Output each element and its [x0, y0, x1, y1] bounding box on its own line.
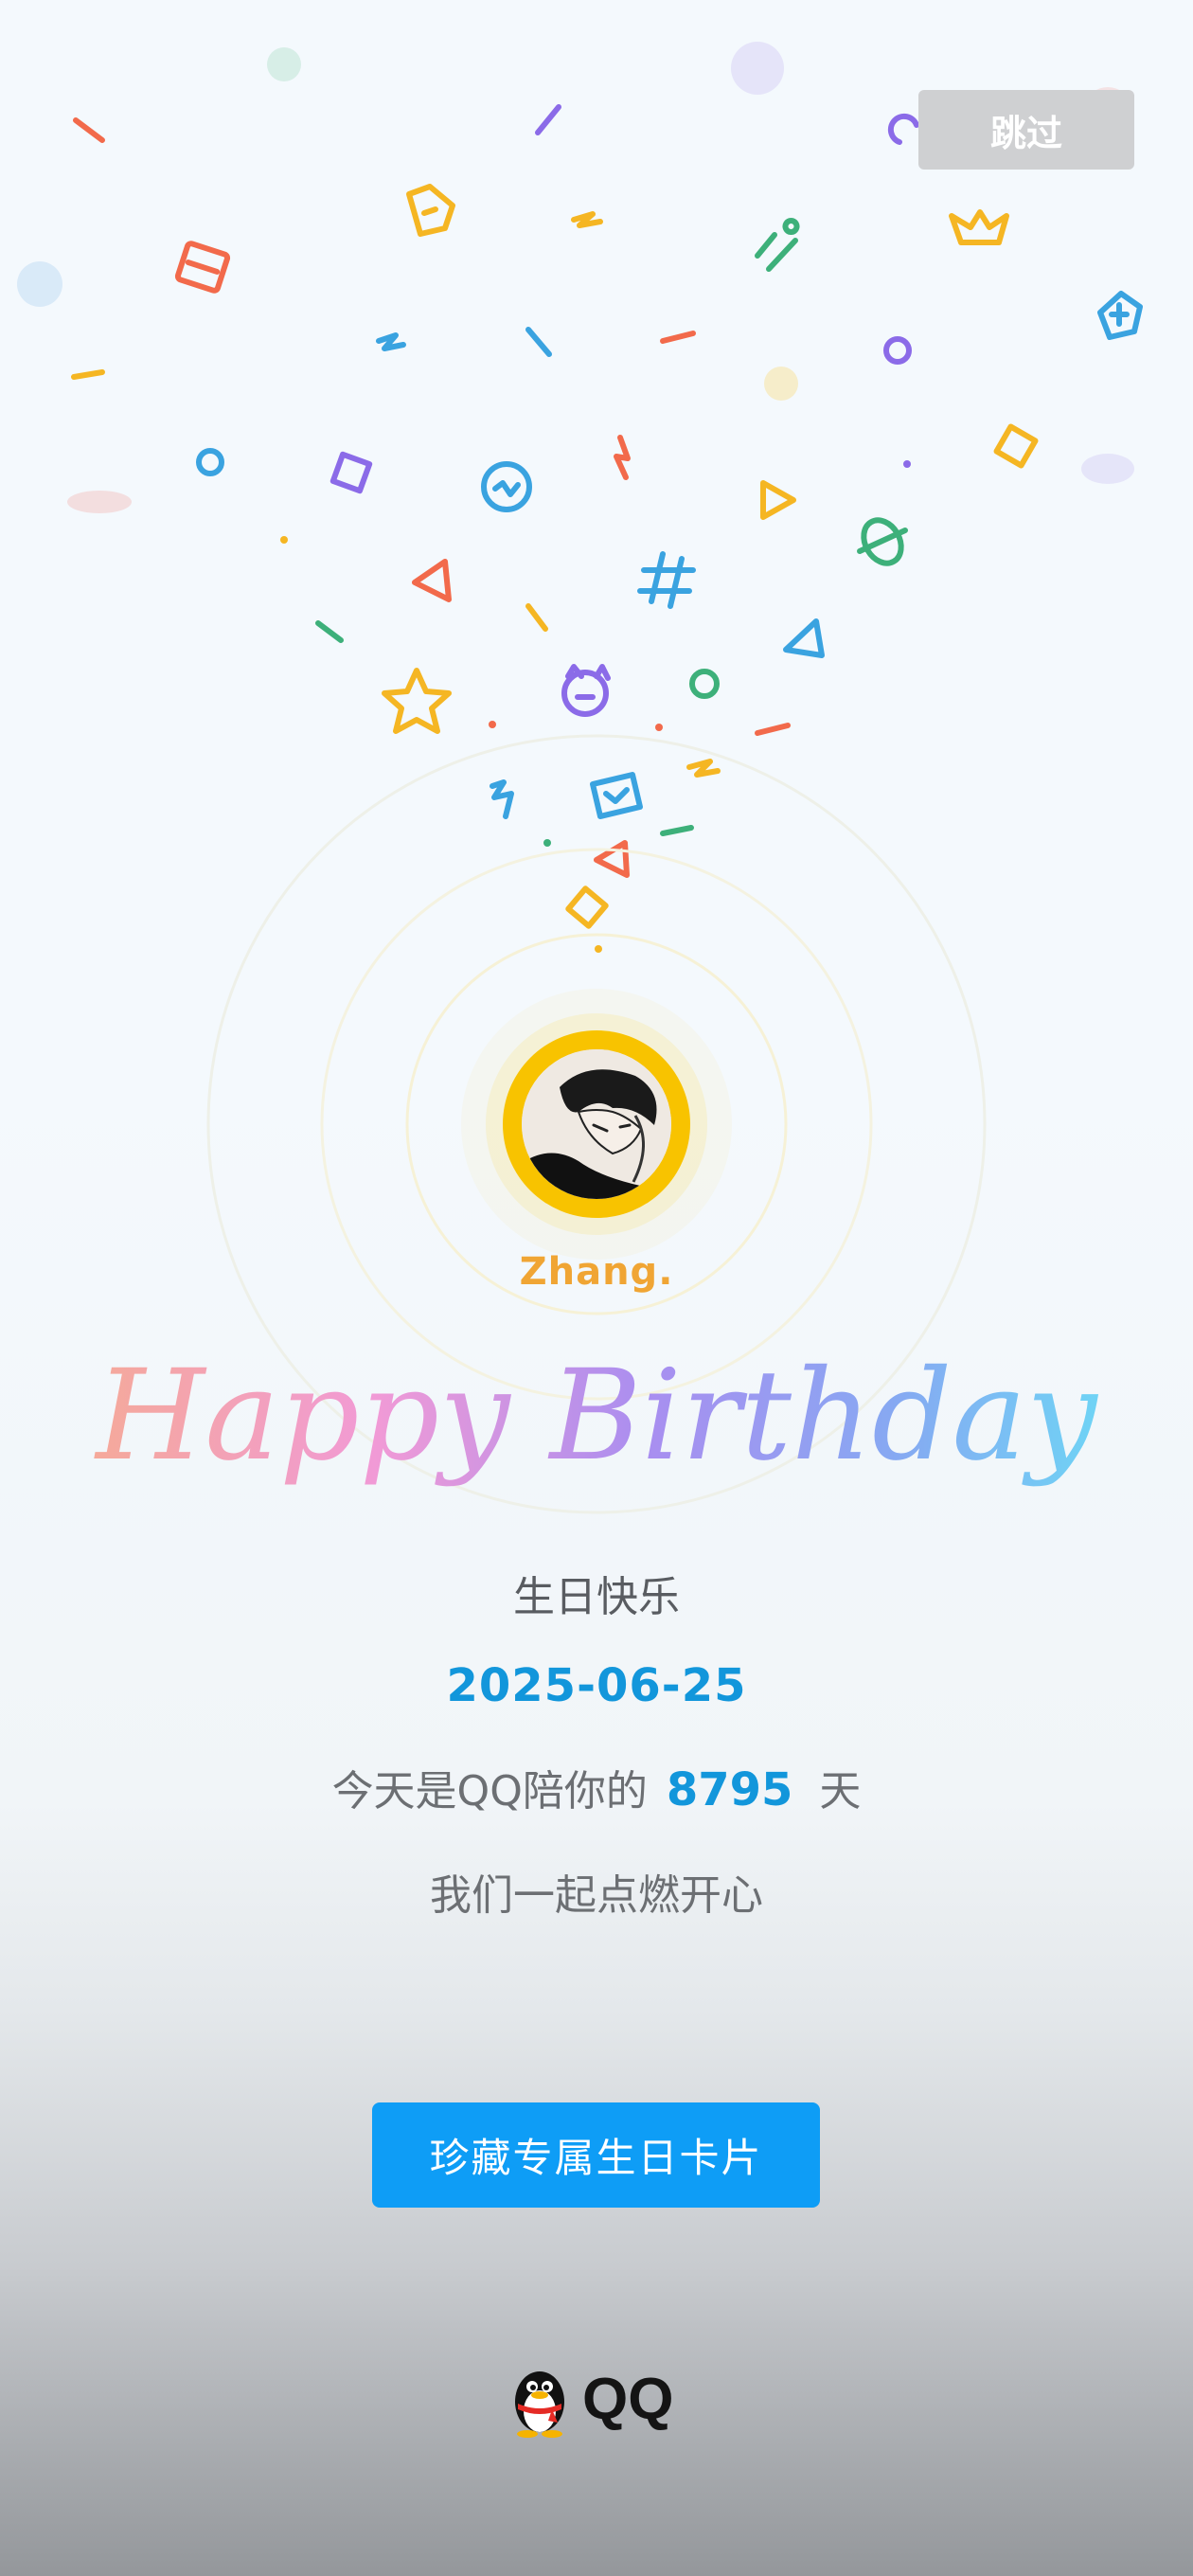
confetti-dash	[315, 620, 344, 643]
save-birthday-card-button[interactable]: 珍藏专属生日卡片	[372, 2102, 820, 2208]
confetti-triangle	[760, 480, 796, 520]
blur-dot	[764, 367, 798, 401]
nickname: Zhang.	[519, 1250, 674, 1294]
birthday-title-text: Happy Birthday	[94, 1343, 1098, 1489]
confetti-diamond	[993, 423, 1039, 469]
lightning-icon	[376, 332, 406, 351]
qq-penguin-icon	[515, 2371, 564, 2438]
confetti-dash	[525, 327, 552, 357]
confetti-gem	[406, 184, 455, 237]
blur-dot	[731, 42, 784, 95]
confetti-triangle	[783, 618, 825, 658]
confetti-line	[185, 259, 221, 275]
avatar[interactable]	[522, 1049, 671, 1199]
days-together-line: 今天是QQ陪你的 8795 天	[0, 1757, 1193, 1817]
days-suffix: 天	[819, 1767, 862, 1816]
confetti-dash	[71, 369, 105, 380]
confetti-zigzag	[571, 211, 603, 228]
blur-dot	[1081, 454, 1134, 484]
skip-button[interactable]: 跳过	[918, 90, 1134, 170]
confetti-arc	[887, 113, 919, 145]
confetti-dash	[660, 331, 696, 344]
hashtag-icon	[637, 551, 696, 609]
qq-brand: QQ	[507, 2356, 696, 2442]
avatar-image	[522, 1049, 671, 1199]
confetti-dash	[73, 117, 105, 143]
confetti-ring	[883, 336, 912, 365]
blur-dot	[267, 47, 301, 81]
days-prefix: 今天是QQ陪你的	[331, 1767, 648, 1816]
brand-name: QQ	[582, 2366, 674, 2432]
crown-icon	[949, 209, 1009, 245]
confetti-triangle	[412, 559, 452, 602]
confetti-ring	[196, 448, 224, 476]
confetti-badge	[1097, 291, 1143, 340]
confetti-diamond	[329, 451, 373, 494]
birthday-date: 2025-06-25	[446, 1659, 747, 1712]
confetti-dot	[903, 460, 911, 468]
blur-dot	[67, 491, 132, 513]
days-count: 8795	[666, 1763, 793, 1816]
birthday-script-title: Happy Birthday	[94, 1343, 1098, 1489]
confetti-dot	[280, 536, 288, 544]
blur-dot	[17, 261, 62, 307]
confetti-dash	[535, 104, 561, 135]
greeting-text: 生日快乐	[513, 1573, 680, 1621]
confetti-dash	[525, 603, 548, 632]
lightning-icon	[614, 435, 631, 480]
confetti-wave	[492, 480, 521, 497]
confetti-mark	[755, 218, 800, 272]
together-text: 我们一起点燃开心	[430, 1871, 763, 1920]
